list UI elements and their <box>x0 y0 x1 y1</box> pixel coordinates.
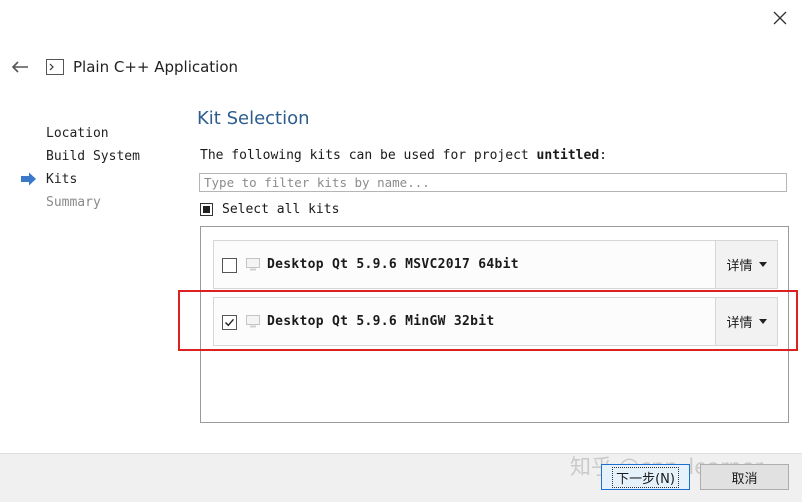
checkmark-icon <box>225 318 235 327</box>
back-button[interactable] <box>8 56 32 78</box>
kit-filter-input[interactable] <box>199 173 787 192</box>
kit-name: Desktop Qt 5.9.6 MSVC2017 64bit <box>267 257 519 272</box>
select-all-kits-checkbox[interactable]: Select all kits <box>200 202 339 217</box>
project-name: untitled <box>536 148 600 163</box>
intro-prefix: The following kits can be used for proje… <box>200 148 537 163</box>
kit-list: Desktop Qt 5.9.6 MSVC2017 64bit 详情 Deskt… <box>200 226 789 423</box>
kit-details-button[interactable]: 详情 <box>715 298 777 345</box>
kit-row[interactable]: Desktop Qt 5.9.6 MSVC2017 64bit 详情 <box>213 240 778 289</box>
console-app-icon <box>46 59 64 75</box>
next-button[interactable]: 下一步(N) <box>601 464 690 490</box>
intro-suffix: : <box>599 148 607 163</box>
current-step-arrow-icon <box>21 172 36 186</box>
kit-checkbox[interactable] <box>222 315 237 330</box>
page-heading: Kit Selection <box>197 108 310 129</box>
partial-checkbox-icon <box>200 203 213 216</box>
cancel-button-label: 取消 <box>731 471 758 487</box>
step-build-system[interactable]: Build System <box>20 148 140 171</box>
details-label: 详情 <box>726 259 753 274</box>
step-label: Summary <box>46 195 101 210</box>
step-kits[interactable]: Kits <box>20 171 140 194</box>
close-button[interactable] <box>768 6 792 30</box>
close-icon <box>773 11 787 25</box>
cancel-button[interactable]: 取消 <box>700 464 789 490</box>
details-label: 详情 <box>726 316 753 331</box>
kit-row[interactable]: Desktop Qt 5.9.6 MinGW 32bit 详情 <box>213 297 778 346</box>
dropdown-caret-icon <box>758 262 767 267</box>
intro-text: The following kits can be used for proje… <box>200 148 607 163</box>
kit-details-button[interactable]: 详情 <box>715 241 777 288</box>
step-label: Location <box>46 126 109 141</box>
desktop-icon <box>246 315 260 328</box>
step-summary[interactable]: Summary <box>20 194 140 217</box>
wizard-title: Plain C++ Application <box>73 58 239 76</box>
select-all-label: Select all kits <box>222 202 340 217</box>
next-button-label: 下一步(N) <box>612 466 679 488</box>
step-label: Kits <box>46 172 78 187</box>
kit-name: Desktop Qt 5.9.6 MinGW 32bit <box>267 314 495 329</box>
kit-checkbox[interactable] <box>222 258 237 273</box>
wizard-steps: Location Build System Kits Summary <box>20 125 140 217</box>
dropdown-caret-icon <box>758 319 767 324</box>
step-location[interactable]: Location <box>20 125 140 148</box>
back-arrow-icon <box>11 61 28 73</box>
step-label: Build System <box>46 149 140 164</box>
desktop-icon <box>246 258 260 271</box>
